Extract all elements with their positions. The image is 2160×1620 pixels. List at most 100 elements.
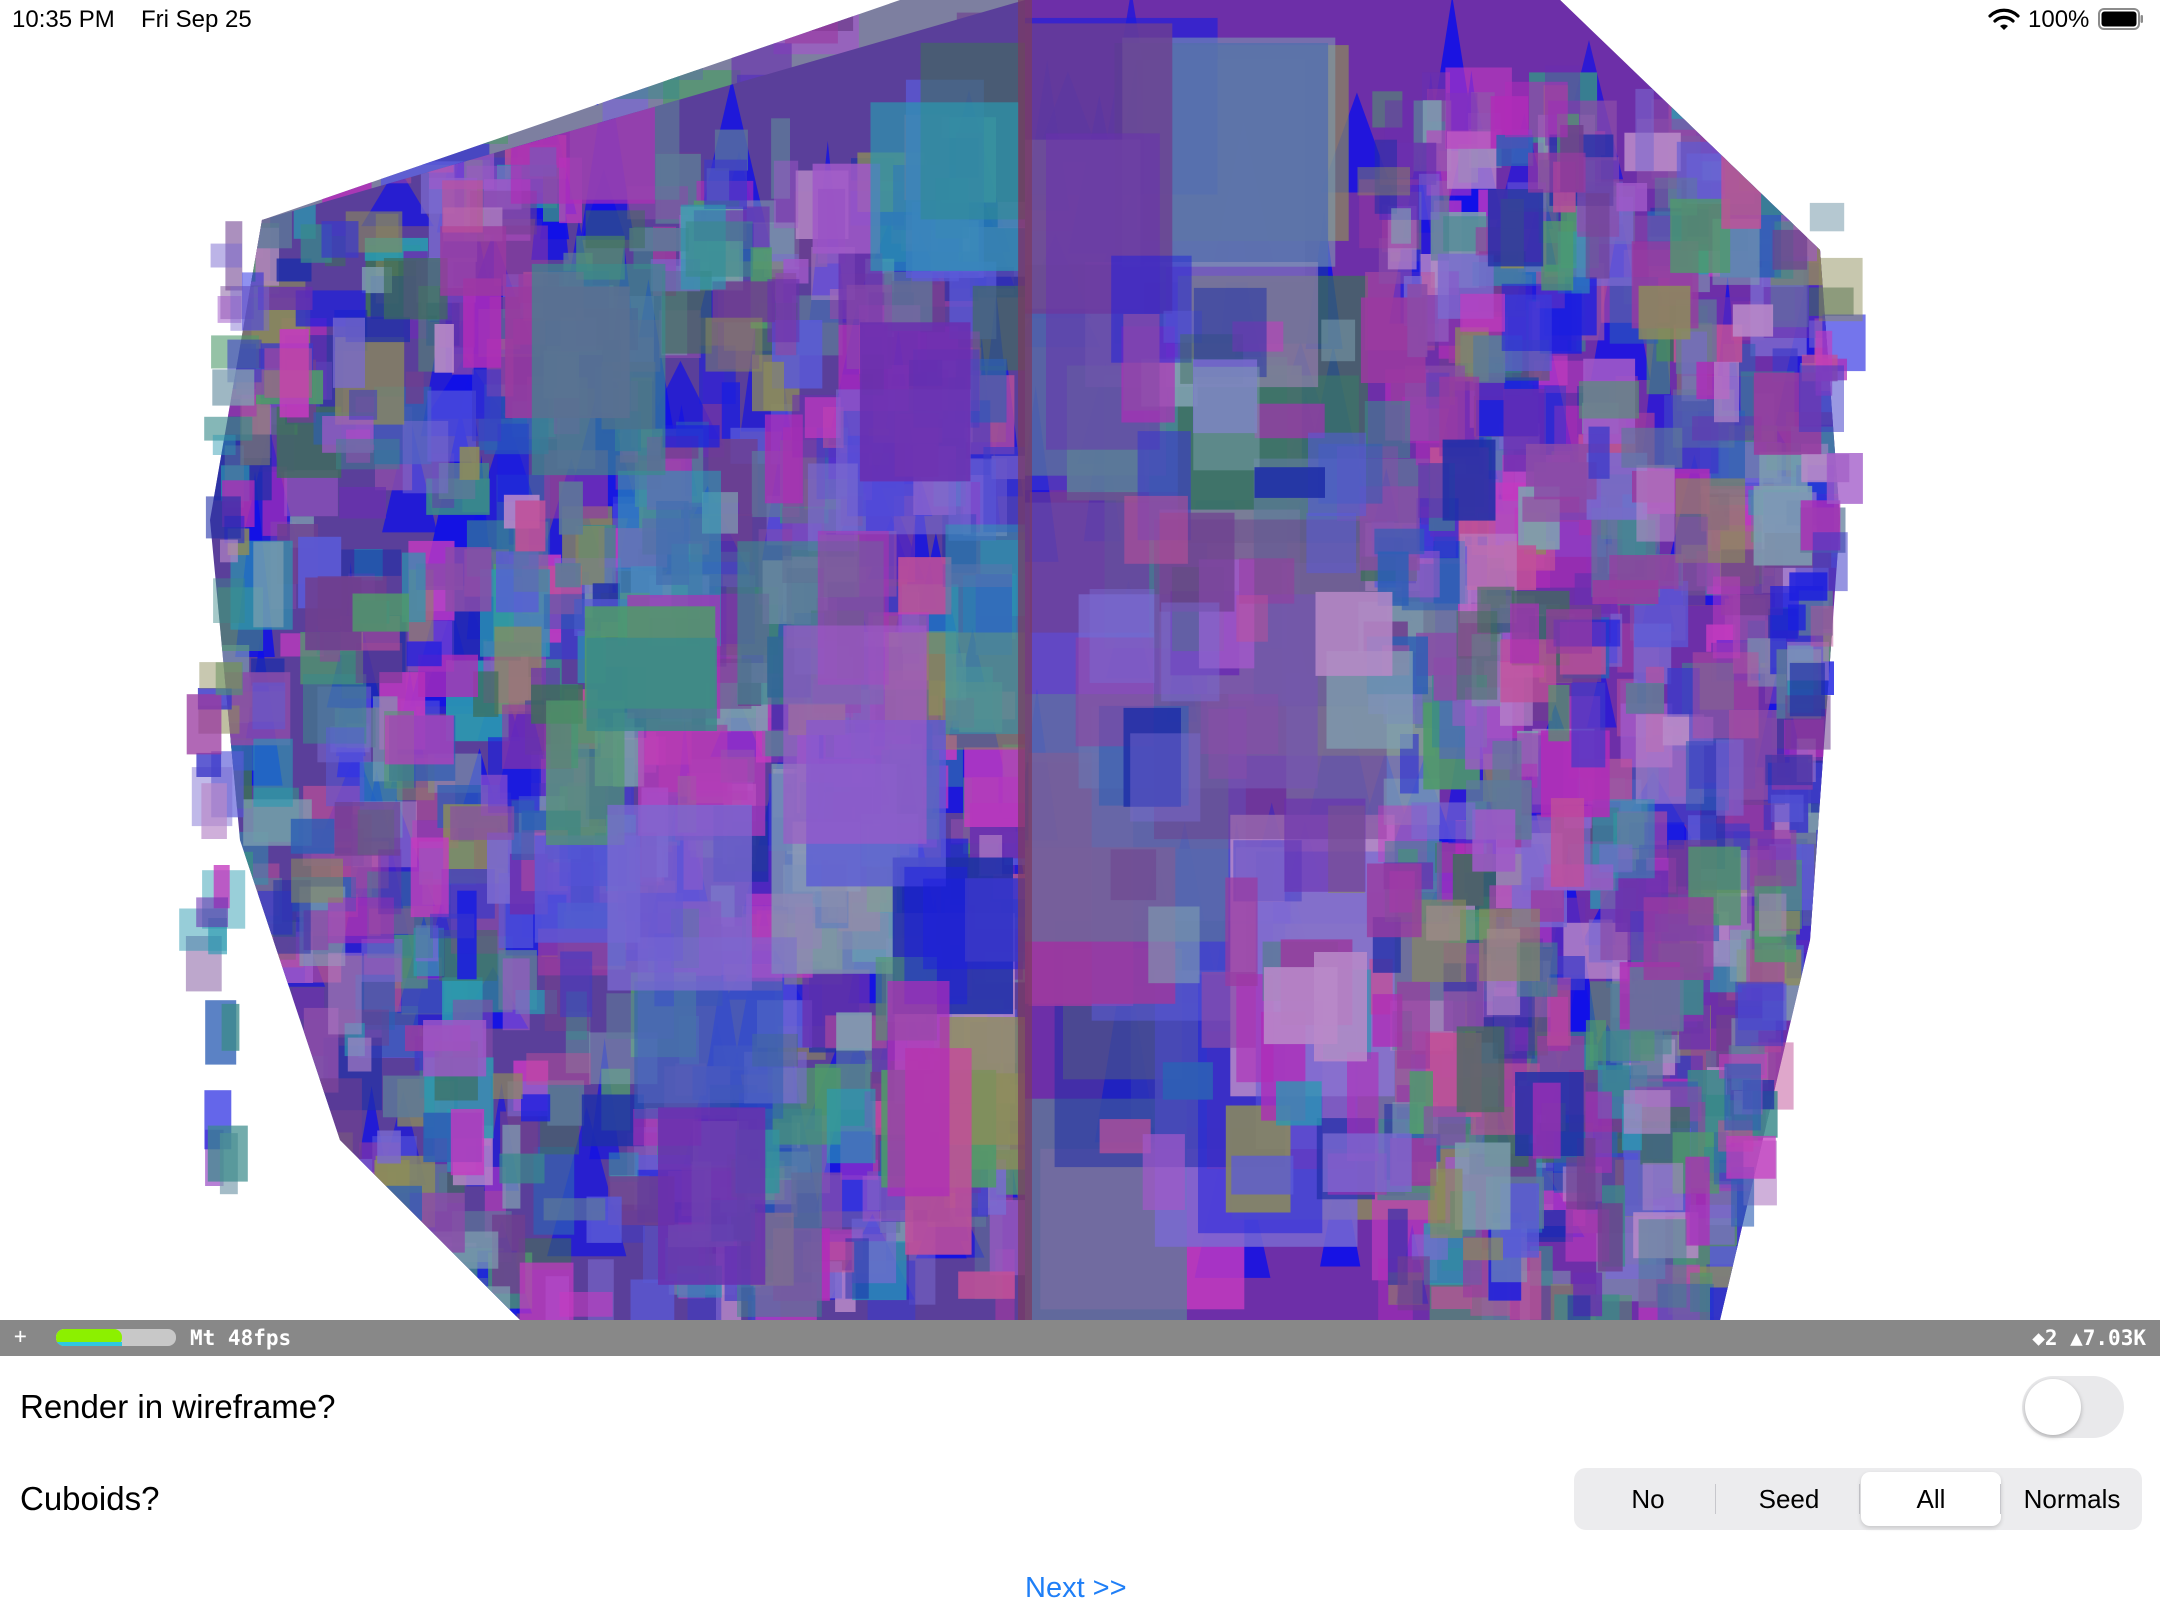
wireframe-toggle-knob[interactable]	[2025, 1379, 2081, 1435]
voxel-block	[1789, 662, 1825, 717]
voxel-block	[405, 371, 424, 404]
voxel-block	[1772, 111, 1803, 146]
voxel-block	[543, 1198, 606, 1221]
voxel-block	[239, 1227, 305, 1258]
segment-divider	[1859, 1484, 1860, 1514]
cube-edge	[1018, 0, 1032, 1320]
voxel-block	[767, 279, 800, 343]
voxel-block	[1724, 1063, 1761, 1131]
voxel-block	[1588, 426, 1610, 479]
voxel-block	[1635, 88, 1654, 171]
voxel-block	[1816, 829, 1839, 896]
voxel-block	[1162, 1062, 1213, 1100]
voxel-block	[450, 1109, 485, 1176]
voxel-block	[560, 951, 593, 1018]
voxel-block	[1456, 1026, 1505, 1113]
voxel-block	[1463, 1237, 1503, 1261]
voxel-block	[219, 139, 286, 210]
voxel-block	[289, 1129, 324, 1198]
voxel-block	[384, 715, 454, 765]
voxel-block	[292, 1201, 314, 1250]
voxel-block	[440, 226, 507, 296]
voxel-block	[1315, 591, 1393, 676]
voxel-block	[267, 1145, 309, 1173]
voxel-block	[459, 446, 480, 480]
voxel-block	[201, 783, 227, 839]
voxel-shadow	[260, 1064, 326, 1261]
stats-expand-button[interactable]: +	[14, 1324, 27, 1348]
voxel-block	[610, 46, 680, 99]
voxel-block	[1454, 1142, 1511, 1230]
voxel-block	[1254, 467, 1325, 498]
voxel-block	[1625, 683, 1665, 714]
voxel-block	[1496, 134, 1534, 166]
voxel-block	[248, 1104, 275, 1133]
voxel-block	[326, 727, 365, 807]
scenekit-statistics-bar[interactable]: + Mt 48fps ◆2 ▲7.03K	[0, 1320, 2160, 1356]
segment-normals[interactable]: Normals	[2002, 1472, 2142, 1526]
voxel-block	[330, 121, 368, 163]
voxel-block	[1735, 981, 1784, 1047]
voxel-block	[1567, 1295, 1591, 1320]
voxel-block	[1130, 733, 1201, 822]
voxel-block	[213, 578, 245, 623]
voxel-block	[1391, 208, 1411, 244]
fps-readout: Mt 48fps	[190, 1326, 292, 1350]
voxel-block	[1473, 335, 1506, 383]
voxel-block	[705, 317, 763, 372]
segment-no[interactable]: No	[1578, 1472, 1718, 1526]
status-bar: 10:35 PM Fri Sep 25 100%	[0, 0, 2160, 40]
voxel-cube-render[interactable]	[0, 0, 2160, 1320]
voxel-block	[543, 594, 585, 629]
voxel-block	[630, 1279, 675, 1320]
segment-all[interactable]: All	[1861, 1472, 2001, 1526]
voxel-block	[764, 414, 803, 504]
voxel-block	[1236, 595, 1268, 642]
voxel-block	[1770, 794, 1804, 823]
voxel-block	[1487, 189, 1544, 267]
cuboids-segmented-control[interactable]: No Seed All Normals	[1574, 1468, 2142, 1530]
voxel-block	[804, 397, 841, 438]
voxel-block	[472, 369, 502, 442]
voxel-block	[461, 96, 526, 120]
voxel-block	[347, 1037, 372, 1072]
voxel-block	[1284, 798, 1366, 892]
voxel-block	[217, 1231, 258, 1306]
3d-scene-view[interactable]	[0, 0, 2160, 1320]
voxel-block	[283, 86, 331, 139]
voxel-block	[1789, 572, 1828, 601]
voxel-block	[409, 86, 449, 128]
voxel-block	[1546, 609, 1592, 654]
voxel-block	[1621, 427, 1683, 468]
voxel-block	[515, 500, 546, 552]
wifi-icon	[1988, 8, 2020, 30]
voxel-block	[1472, 809, 1516, 872]
voxel-block	[278, 1080, 326, 1169]
voxel-block	[1782, 1244, 1840, 1303]
voxel-block	[352, 49, 403, 84]
voxel-block	[1433, 657, 1458, 701]
voxel-block	[1788, 128, 1840, 201]
voxel-block	[1721, 146, 1762, 229]
battery-percent: 100%	[2028, 6, 2090, 33]
voxel-block	[304, 1166, 354, 1202]
voxel-block	[1638, 1219, 1687, 1308]
voxel-block	[1818, 257, 1863, 322]
wireframe-toggle[interactable]	[2022, 1376, 2124, 1438]
segment-seed[interactable]: Seed	[1719, 1472, 1859, 1526]
voxel-block	[186, 694, 222, 755]
voxel-block	[395, 1286, 432, 1317]
voxel-block	[291, 858, 343, 903]
next-link[interactable]: Next >>	[1025, 1572, 1127, 1605]
voxel-block	[1161, 602, 1220, 702]
voxel-block	[812, 163, 881, 254]
battery-icon	[2098, 8, 2143, 30]
voxel-block	[430, 913, 475, 939]
voxel-block	[361, 938, 403, 982]
voxel-block	[406, 641, 442, 667]
voxel-block	[1110, 849, 1157, 901]
voxel-block	[1366, 863, 1422, 938]
voxel-block	[384, 1185, 422, 1221]
voxel-block	[210, 243, 242, 268]
voxel-block	[321, 221, 359, 258]
